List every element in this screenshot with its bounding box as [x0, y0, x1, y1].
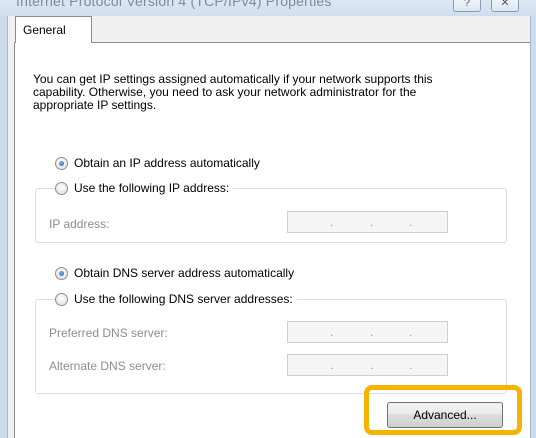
- ip-address-field: . . .: [287, 211, 448, 233]
- use-following-ip-radio[interactable]: Use the following IP address:: [55, 181, 234, 195]
- ip-address-label: IP address:: [49, 217, 110, 231]
- alternate-dns-field: . . .: [287, 354, 448, 376]
- ip-dot: .: [330, 325, 334, 339]
- obtain-ip-auto-radio[interactable]: Obtain an IP address automatically: [55, 156, 264, 170]
- ip-dot: .: [409, 358, 413, 372]
- window-title: Internet Protocol Version 4 (TCP/IPv4) P…: [16, 0, 332, 9]
- dns-server-group: [35, 299, 507, 394]
- tab-general-label: General: [23, 23, 66, 37]
- obtain-ip-auto-label: Obtain an IP address automatically: [74, 156, 260, 170]
- ip-dot: .: [370, 215, 374, 229]
- title-bar: Internet Protocol Version 4 (TCP/IPv4) P…: [0, 0, 536, 16]
- radio-unchecked-icon: [55, 181, 68, 195]
- general-tab-panel: You can get IP settings assigned automat…: [14, 42, 530, 438]
- tab-general[interactable]: General: [15, 16, 92, 43]
- ip-dot: .: [330, 215, 334, 229]
- window-frame-left: [0, 16, 8, 438]
- preferred-dns-field: . . .: [287, 321, 448, 343]
- radio-unchecked-icon: [55, 292, 68, 306]
- close-button[interactable]: ✕: [491, 0, 519, 12]
- window-frame-right: [530, 16, 536, 438]
- ip-dot: .: [370, 358, 374, 372]
- alternate-dns-label: Alternate DNS server:: [49, 359, 166, 373]
- ip-dot: .: [409, 215, 413, 229]
- radio-checked-icon: [55, 156, 68, 170]
- advanced-button[interactable]: Advanced...: [387, 402, 503, 428]
- radio-checked-icon: [55, 266, 68, 280]
- ipv4-properties-dialog: Internet Protocol Version 4 (TCP/IPv4) P…: [0, 0, 536, 438]
- use-following-dns-radio[interactable]: Use the following DNS server addresses:: [55, 292, 297, 306]
- ip-dot: .: [409, 325, 413, 339]
- preferred-dns-label: Preferred DNS server:: [49, 326, 168, 340]
- obtain-dns-auto-radio[interactable]: Obtain DNS server address automatically: [55, 266, 299, 280]
- use-following-ip-label: Use the following IP address:: [74, 181, 230, 195]
- ip-dot: .: [330, 358, 334, 372]
- description-text: You can get IP settings assigned automat…: [33, 72, 433, 112]
- obtain-dns-auto-label: Obtain DNS server address automatically: [74, 266, 295, 280]
- use-following-dns-label: Use the following DNS server addresses:: [74, 292, 293, 306]
- ip-dot: .: [370, 325, 374, 339]
- help-button[interactable]: ?: [453, 0, 481, 12]
